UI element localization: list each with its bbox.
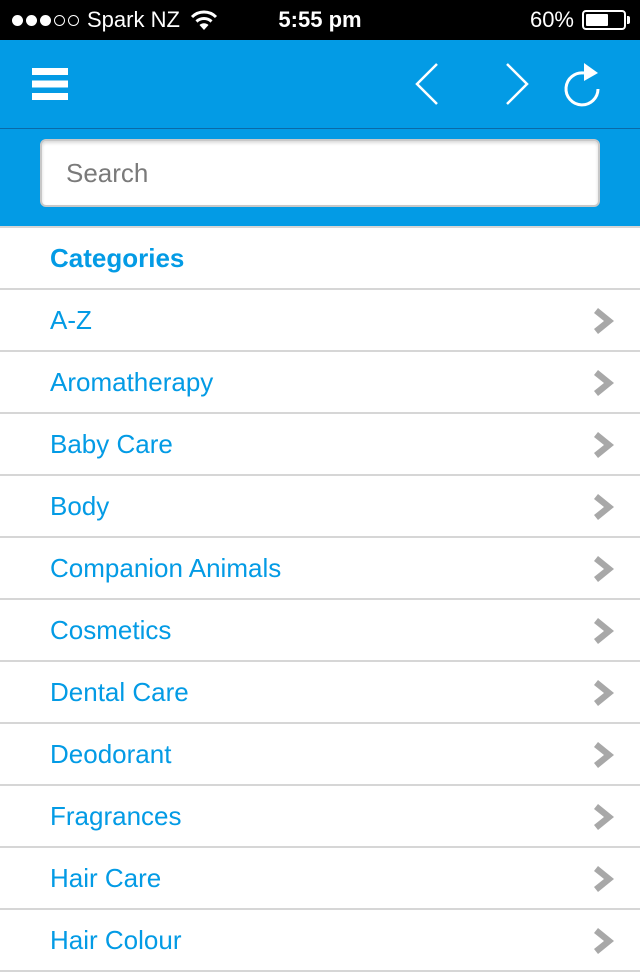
category-list-item[interactable]: Fragrances <box>0 786 640 848</box>
chevron-right-icon <box>594 804 614 830</box>
navbar <box>0 40 640 129</box>
category-label: Body <box>50 491 110 521</box>
battery-level <box>586 14 608 26</box>
category-list-item[interactable]: Baby Care <box>0 414 640 476</box>
signal-strength-icon <box>12 14 79 26</box>
category-list-item[interactable]: Aromatherapy <box>0 352 640 414</box>
back-button[interactable] <box>405 40 449 128</box>
status-left: Spark NZ <box>12 0 218 40</box>
category-label: Aromatherapy <box>50 367 214 397</box>
category-label: Hair Colour <box>50 925 182 955</box>
status-right: 60% <box>530 0 630 40</box>
signal-dot-full <box>26 14 37 26</box>
chevron-right-icon <box>594 308 614 334</box>
chevron-right-icon <box>594 680 614 706</box>
category-list-item[interactable]: Body <box>0 476 640 538</box>
category-list-item[interactable]: A-Z <box>0 290 640 352</box>
signal-dot-empty <box>68 14 79 26</box>
signal-dot-full <box>40 14 51 26</box>
battery-icon <box>582 10 626 30</box>
chevron-right-icon <box>594 618 614 644</box>
chevron-right-icon <box>594 432 614 458</box>
signal-dot-full <box>12 14 23 26</box>
chevron-right-icon <box>594 928 614 954</box>
category-label: Cosmetics <box>50 615 172 645</box>
category-list-item[interactable]: Hair Care <box>0 848 640 910</box>
signal-dot-empty <box>54 14 65 26</box>
menu-button[interactable] <box>30 40 70 128</box>
category-label: Hair Care <box>50 863 162 893</box>
chevron-right-icon <box>594 742 614 768</box>
category-label: Dental Care <box>50 677 189 707</box>
category-list-item[interactable]: Deodorant <box>0 724 640 786</box>
category-label: Deodorant <box>50 739 172 769</box>
category-list-item[interactable]: Cosmetics <box>0 600 640 662</box>
chevron-right-icon <box>506 63 529 105</box>
chevron-left-icon <box>415 63 438 105</box>
status-bar: Spark NZ 5:55 pm 60% <box>0 0 640 40</box>
forward-button[interactable] <box>495 40 539 128</box>
search-area <box>0 129 640 226</box>
wifi-icon <box>190 10 217 30</box>
hamburger-menu-icon <box>32 68 68 100</box>
chevron-right-icon <box>594 494 614 520</box>
category-label: Fragrances <box>50 801 182 831</box>
category-list-item[interactable]: Companion Animals <box>0 538 640 600</box>
chevron-right-icon <box>594 866 614 892</box>
chevron-right-icon <box>594 370 614 396</box>
category-label: A-Z <box>50 305 92 335</box>
carrier-name: Spark NZ <box>87 7 180 32</box>
category-list-item[interactable]: Hair Colour <box>0 910 640 972</box>
category-list-item[interactable]: Dental Care <box>0 662 640 724</box>
categories-list: Categories A-Z Aromatherapy Baby Care Bo… <box>0 226 640 972</box>
category-items: A-Z Aromatherapy Baby Care Body Companio… <box>0 290 640 972</box>
category-label: Companion Animals <box>50 553 282 583</box>
chevron-right-icon <box>594 556 614 582</box>
battery-tip <box>627 16 630 24</box>
refresh-button[interactable] <box>558 40 610 128</box>
categories-header: Categories <box>0 228 640 290</box>
search-input[interactable] <box>40 139 600 207</box>
category-label: Baby Care <box>50 429 173 459</box>
battery-percentage: 60% <box>529 7 574 32</box>
refresh-icon <box>564 63 600 107</box>
